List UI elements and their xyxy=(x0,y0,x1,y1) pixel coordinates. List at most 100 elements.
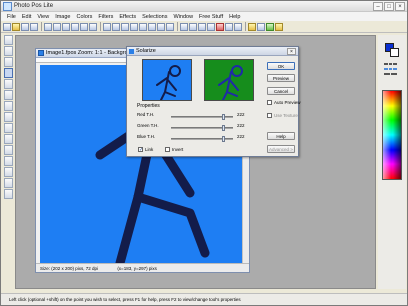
undo-icon[interactable] xyxy=(103,22,111,31)
print-preview-icon[interactable] xyxy=(53,22,61,31)
blue-threshold-thumb[interactable] xyxy=(222,136,225,142)
invert-check-icon xyxy=(165,147,170,152)
menu-image[interactable]: Image xyxy=(55,14,70,20)
preview-before xyxy=(142,59,192,101)
document-icon xyxy=(38,50,44,56)
auto-preview-check-icon xyxy=(267,100,272,105)
rotate-right-icon[interactable] xyxy=(148,22,156,31)
toolbar-separator xyxy=(100,22,101,31)
rotate-left-icon[interactable] xyxy=(139,22,147,31)
blue-threshold-label: Blue T.H. xyxy=(137,134,156,139)
title-bar: Photo Pos Lite – □ × xyxy=(1,1,407,12)
menu-view[interactable]: View xyxy=(37,14,49,20)
save-as-icon[interactable] xyxy=(30,22,38,31)
menu-free-stuff[interactable]: Free Stuff xyxy=(199,14,223,20)
background-color-swatch[interactable] xyxy=(390,48,399,57)
brush-tool-icon[interactable] xyxy=(4,112,13,122)
layers-icon[interactable] xyxy=(225,22,233,31)
flip-vertical-icon[interactable] xyxy=(166,22,174,31)
auto-preview-label: Auto Preview xyxy=(274,100,301,105)
new-file-icon[interactable] xyxy=(3,22,11,31)
zoom-out-icon[interactable] xyxy=(189,22,197,31)
cancel-button[interactable]: Cancel xyxy=(267,87,295,95)
red-eye-icon[interactable] xyxy=(216,22,224,31)
image-size-info: Size: (202 x 200) pixs, 72 dpi xyxy=(40,266,99,271)
cut-icon[interactable] xyxy=(71,22,79,31)
print-icon[interactable] xyxy=(44,22,52,31)
window-icon[interactable] xyxy=(234,22,242,31)
figure-leg-right xyxy=(133,192,210,258)
rect-select-tool-icon[interactable] xyxy=(4,35,13,45)
ellipse-select-tool-icon[interactable] xyxy=(4,46,13,56)
move-tool-icon[interactable] xyxy=(4,79,13,89)
minimize-button[interactable]: – xyxy=(373,2,383,11)
dialog-title-bar[interactable]: Solarize × xyxy=(127,47,298,56)
save-icon[interactable] xyxy=(21,22,29,31)
preview-button[interactable]: Preview xyxy=(267,74,295,82)
fill-bucket-tool-icon[interactable] xyxy=(4,134,13,144)
zoom-tool-icon[interactable] xyxy=(4,189,13,199)
lasso-tool-icon[interactable] xyxy=(4,57,13,67)
zoom-fit-icon[interactable] xyxy=(198,22,206,31)
app-title: Photo Pos Lite xyxy=(14,3,54,9)
blue-threshold-slider[interactable] xyxy=(171,136,233,142)
pencil-tool-icon[interactable] xyxy=(4,101,13,111)
scan-icon[interactable] xyxy=(62,22,70,31)
solarize-dialog: Solarize × Properties Red T.H. 222 Green… xyxy=(126,46,301,157)
crop-icon[interactable] xyxy=(121,22,129,31)
color-picker-tool-icon[interactable] xyxy=(4,167,13,177)
paste-icon[interactable] xyxy=(89,22,97,31)
tools-panel xyxy=(4,35,13,235)
toolbar-separator xyxy=(41,22,42,31)
shape-tool-icon[interactable] xyxy=(4,178,13,188)
eraser-tool-icon[interactable] xyxy=(4,123,13,133)
menu-effects[interactable]: Effects xyxy=(119,14,136,20)
text-tool-icon[interactable] xyxy=(4,90,13,100)
color-panel xyxy=(378,35,406,289)
colors-icon[interactable] xyxy=(266,22,274,31)
green-threshold-slider[interactable] xyxy=(171,125,233,131)
red-threshold-thumb[interactable] xyxy=(222,114,225,120)
menu-edit[interactable]: Edit xyxy=(22,14,31,20)
menu-selections[interactable]: Selections xyxy=(142,14,167,20)
invert-checkbox[interactable]: Invert xyxy=(165,147,183,152)
dialog-close-button[interactable]: × xyxy=(287,48,296,55)
close-button[interactable]: × xyxy=(395,2,405,11)
menu-file[interactable]: File xyxy=(7,14,16,20)
green-threshold-thumb[interactable] xyxy=(222,125,225,131)
effects-icon[interactable] xyxy=(248,22,256,31)
color-palette[interactable] xyxy=(382,90,402,180)
menu-bar: File Edit View Image Colors Filters Effe… xyxy=(1,12,407,21)
help-button[interactable]: Help xyxy=(267,132,295,140)
use-texture-checkbox[interactable]: Use Texture xyxy=(267,113,298,118)
ok-button[interactable]: OK xyxy=(267,62,295,70)
clone-stamp-tool-icon[interactable] xyxy=(4,156,13,166)
maximize-button[interactable]: □ xyxy=(384,2,394,11)
link-checkbox[interactable]: ✓ Link xyxy=(138,147,153,153)
app-window: Photo Pos Lite – □ × File Edit View Imag… xyxy=(0,0,408,306)
dialog-icon xyxy=(129,49,134,54)
document-title: Image1.fpos Zoom: 1:1 - Backgro xyxy=(46,50,128,56)
actual-size-icon[interactable] xyxy=(207,22,215,31)
green-threshold-value: 222 xyxy=(237,123,245,128)
magic-wand-tool-icon[interactable] xyxy=(4,68,13,78)
menu-help[interactable]: Help xyxy=(229,14,240,20)
red-threshold-slider[interactable] xyxy=(171,114,233,120)
favorite-star-icon[interactable] xyxy=(275,22,283,31)
menu-window[interactable]: Window xyxy=(173,14,193,20)
redo-icon[interactable] xyxy=(112,22,120,31)
flip-horizontal-icon[interactable] xyxy=(157,22,165,31)
status-bar: Left click (optional +shift) on the poin… xyxy=(1,293,407,305)
toolbar-separator xyxy=(177,22,178,31)
gradient-tool-icon[interactable] xyxy=(4,145,13,155)
resize-icon[interactable] xyxy=(130,22,138,31)
document-status-bar: Size: (202 x 200) pixs, 72 dpi (x=183, y… xyxy=(36,263,249,272)
advanced-button[interactable]: Advanced > xyxy=(267,145,295,153)
auto-preview-checkbox[interactable]: Auto Preview xyxy=(267,100,301,105)
copy-icon[interactable] xyxy=(80,22,88,31)
filters-icon[interactable] xyxy=(257,22,265,31)
menu-colors[interactable]: Colors xyxy=(76,14,92,20)
menu-filters[interactable]: Filters xyxy=(98,14,113,20)
open-folder-icon[interactable] xyxy=(12,22,20,31)
zoom-in-icon[interactable] xyxy=(180,22,188,31)
